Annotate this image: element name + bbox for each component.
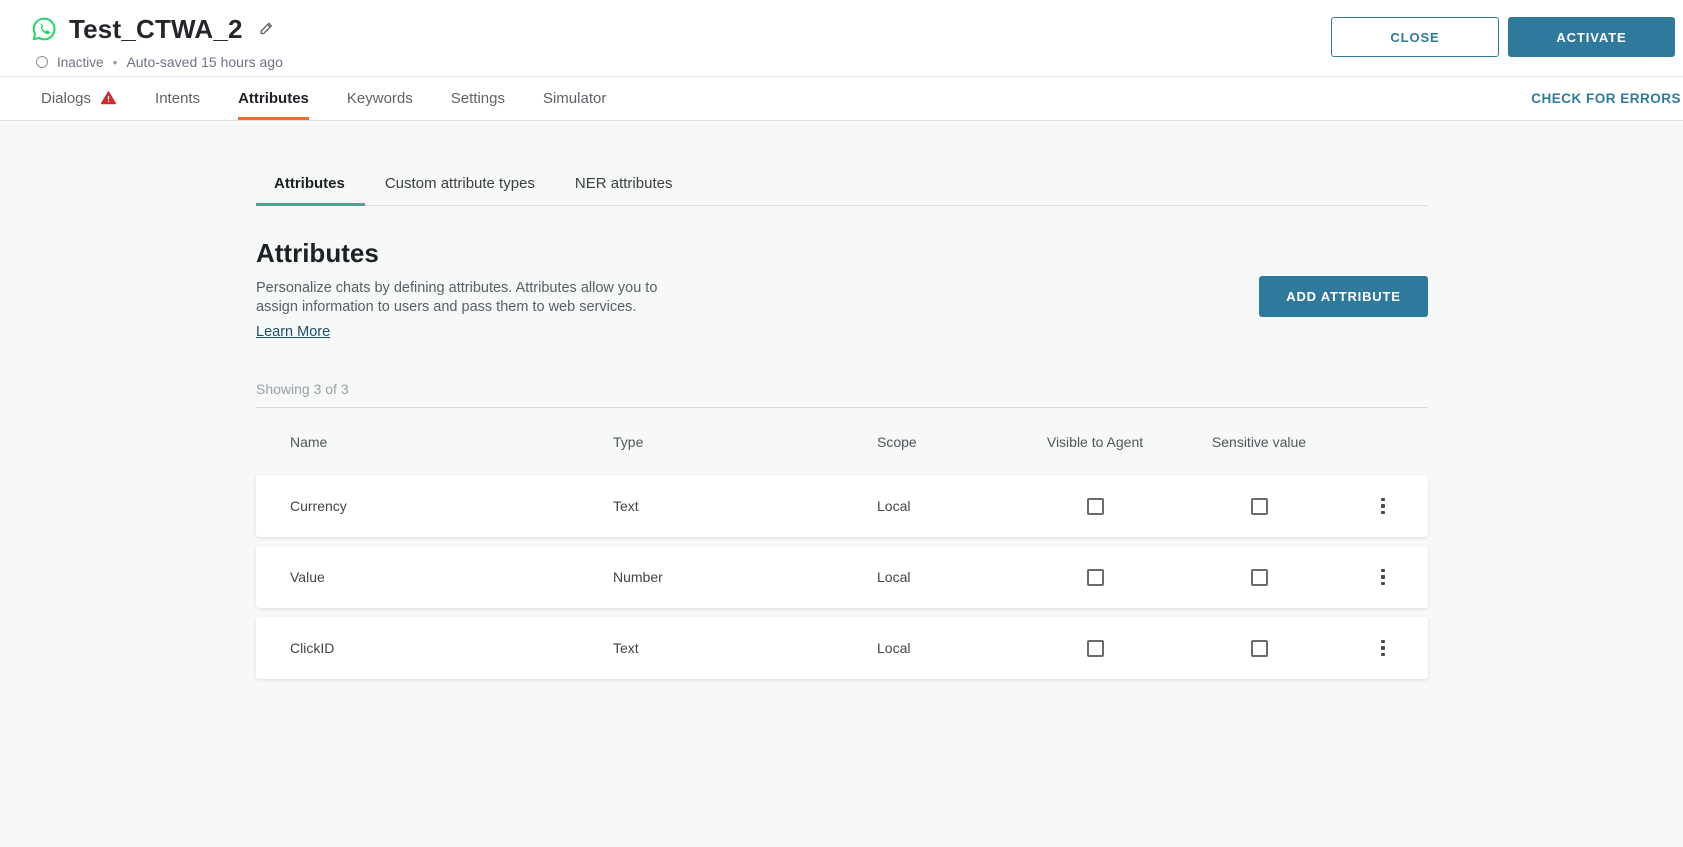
- table-row: ClickID Text Local: [256, 617, 1428, 679]
- visible-to-agent-checkbox[interactable]: [1086, 639, 1104, 657]
- tab-intents[interactable]: Intents: [155, 77, 200, 120]
- check-for-errors-button[interactable]: CHECK FOR ERRORS: [1531, 91, 1681, 106]
- close-button[interactable]: CLOSE: [1331, 17, 1499, 57]
- attribute-scope: Local: [877, 640, 911, 656]
- attribute-type: Text: [613, 640, 639, 656]
- sensitive-value-checkbox[interactable]: [1250, 639, 1268, 657]
- sensitive-value-checkbox[interactable]: [1250, 497, 1268, 515]
- description-line-2: assign information to users and pass the…: [256, 299, 637, 315]
- table-header-row: Name Type Scope Visible to Agent Sensiti…: [256, 408, 1428, 475]
- table-row: Currency Text Local: [256, 475, 1428, 537]
- attribute-name: Value: [290, 569, 325, 585]
- description-line-1: Personalize chats by defining attributes…: [256, 280, 658, 296]
- attribute-name: ClickID: [290, 640, 335, 656]
- section-description: Personalize chats by defining attributes…: [256, 279, 657, 317]
- tab-attributes-label: Attributes: [238, 89, 309, 107]
- table-row: Value Number Local: [256, 546, 1428, 608]
- attribute-type: Text: [613, 498, 639, 514]
- row-menu-kebab-icon[interactable]: [1377, 565, 1389, 590]
- column-header-sensitive-value: Sensitive value: [1211, 433, 1307, 450]
- subtab-ner-attributes[interactable]: NER attributes: [555, 166, 693, 205]
- section-title: Attributes: [256, 238, 379, 268]
- tab-attributes[interactable]: Attributes: [238, 77, 309, 120]
- tab-keywords-label: Keywords: [346, 89, 413, 107]
- visible-to-agent-checkbox[interactable]: [1086, 497, 1104, 515]
- column-header-type: Type: [613, 433, 644, 450]
- subtab-custom-attribute-types[interactable]: Custom attribute types: [365, 166, 555, 205]
- tab-intents-label: Intents: [155, 89, 201, 107]
- visible-to-agent-checkbox[interactable]: [1086, 568, 1104, 586]
- row-menu-kebab-icon[interactable]: [1377, 494, 1389, 519]
- attribute-scope: Local: [877, 569, 911, 585]
- tab-simulator[interactable]: Simulator: [543, 77, 606, 120]
- row-menu-kebab-icon[interactable]: [1377, 636, 1389, 661]
- activate-button[interactable]: ACTIVATE: [1508, 17, 1675, 57]
- tab-simulator-label: Simulator: [542, 89, 607, 107]
- page-title: Test_CTWA_2: [69, 13, 243, 44]
- main-tab-bar: Dialogs Intents Attributes Keywords Sett…: [0, 77, 1683, 121]
- showing-count: Showing 3 of 3: [256, 381, 349, 397]
- edit-title-button[interactable]: [257, 19, 277, 39]
- learn-more-link[interactable]: Learn More: [256, 324, 330, 340]
- tab-dialogs-label: Dialogs: [41, 89, 92, 107]
- attributes-subtabs: Attributes Custom attribute types NER at…: [256, 166, 1428, 206]
- status-separator: •: [112, 54, 118, 70]
- tab-keywords[interactable]: Keywords: [347, 77, 413, 120]
- tab-settings-label: Settings: [450, 89, 505, 107]
- warning-icon: [100, 90, 117, 106]
- content-area: Attributes Custom attribute types NER at…: [0, 166, 1683, 679]
- status-label: Inactive: [57, 54, 104, 70]
- status-inactive-icon: [36, 56, 48, 68]
- column-header-name: Name: [290, 433, 328, 450]
- app-header: Test_CTWA_2 Inactive • Auto-saved 15 hou…: [0, 0, 1683, 77]
- pencil-icon: [260, 22, 272, 35]
- section-header: Attributes Personalize chats by defining…: [256, 238, 1428, 341]
- sensitive-value-checkbox[interactable]: [1250, 568, 1268, 586]
- add-attribute-button[interactable]: ADD ATTRIBUTE: [1259, 276, 1428, 317]
- attribute-scope: Local: [877, 498, 911, 514]
- tab-dialogs[interactable]: Dialogs: [41, 77, 117, 120]
- header-buttons: CLOSE ACTIVATE: [1331, 17, 1675, 57]
- attribute-type: Number: [613, 569, 663, 585]
- tab-settings[interactable]: Settings: [451, 77, 505, 120]
- attribute-name: Currency: [290, 498, 347, 514]
- whatsapp-icon: [30, 15, 58, 43]
- autosave-text: Auto-saved 15 hours ago: [126, 54, 283, 70]
- column-header-scope: Scope: [877, 433, 917, 450]
- subtab-attributes[interactable]: Attributes: [256, 166, 365, 206]
- column-header-visible-to-agent: Visible to Agent: [1046, 433, 1144, 450]
